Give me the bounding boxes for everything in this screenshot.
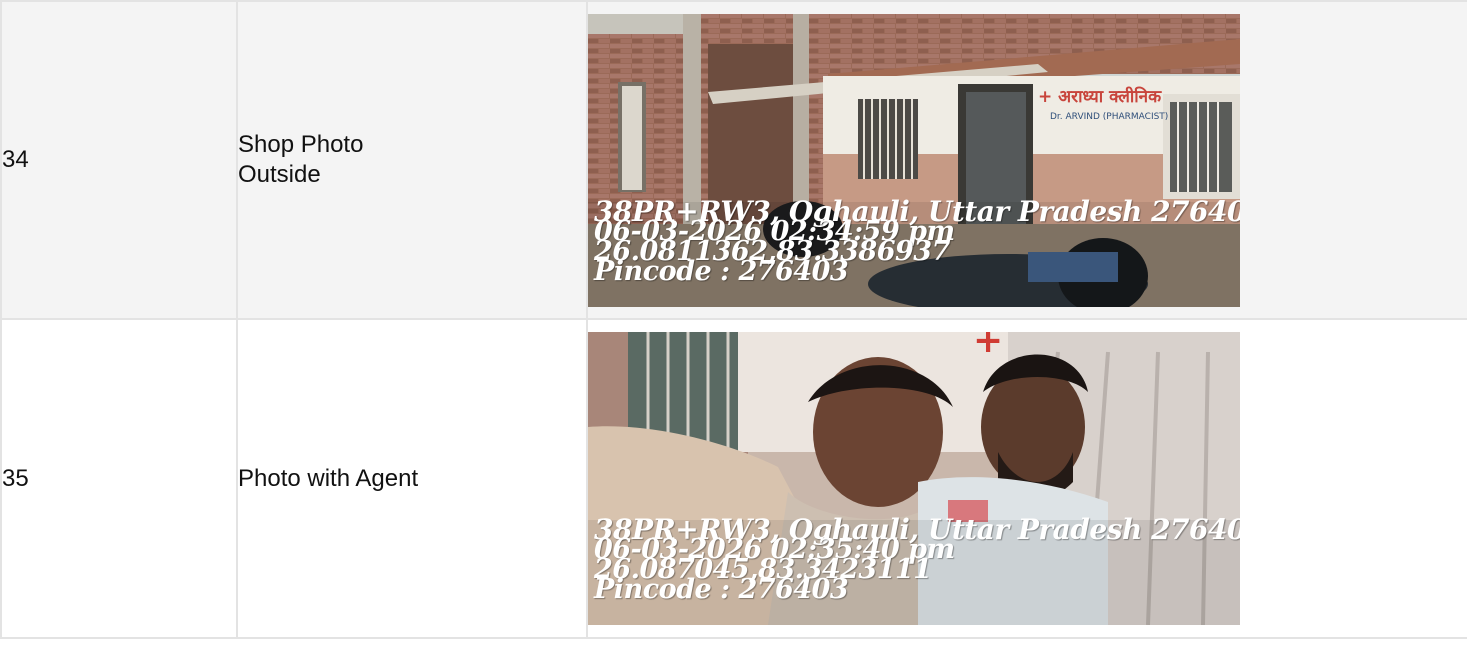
table-row: 35 Photo with Agent + 38PR+RW3, Oghauli,… — [0, 318, 1467, 639]
photo-cell: + अराध्या क्लीनिक Dr. ARVIND (PHARMACIST… — [586, 0, 1467, 320]
table-row: 34 Shop Photo Outside + अराध्या क्लीनिक … — [0, 0, 1467, 320]
shop-outside-photo[interactable]: + अराध्या क्लीनिक Dr. ARVIND (PHARMACIST… — [588, 13, 1240, 307]
row-label: Shop Photo Outside — [238, 131, 364, 188]
clinic-sign-subtext: Dr. ARVIND (PHARMACIST) — [1050, 112, 1168, 122]
geotag-stamp: 38PR+RW3, Oghauli, Uttar Pradesh 276403 … — [594, 516, 1240, 604]
photo-verification-table: 34 Shop Photo Outside + अराध्या क्लीनिक … — [0, 0, 1467, 639]
row-number: 34 — [0, 0, 238, 320]
photo-cell: + 38PR+RW3, Oghauli, Uttar Pradesh 27640… — [586, 318, 1467, 639]
row-label-cell: Photo with Agent — [236, 318, 588, 639]
geotag-stamp: 38PR+RW3, Oghauli, Uttar Pradesh 276403 … — [594, 197, 1240, 285]
row-label: Photo with Agent — [238, 464, 419, 492]
agent-selfie-photo[interactable]: + 38PR+RW3, Oghauli, Uttar Pradesh 27640… — [588, 332, 1240, 625]
row-number: 35 — [0, 318, 238, 639]
svg-text:+: + — [973, 332, 1003, 361]
clinic-sign-text: + अराध्या क्लीनिक — [1038, 86, 1162, 107]
row-label-cell: Shop Photo Outside — [236, 0, 588, 320]
